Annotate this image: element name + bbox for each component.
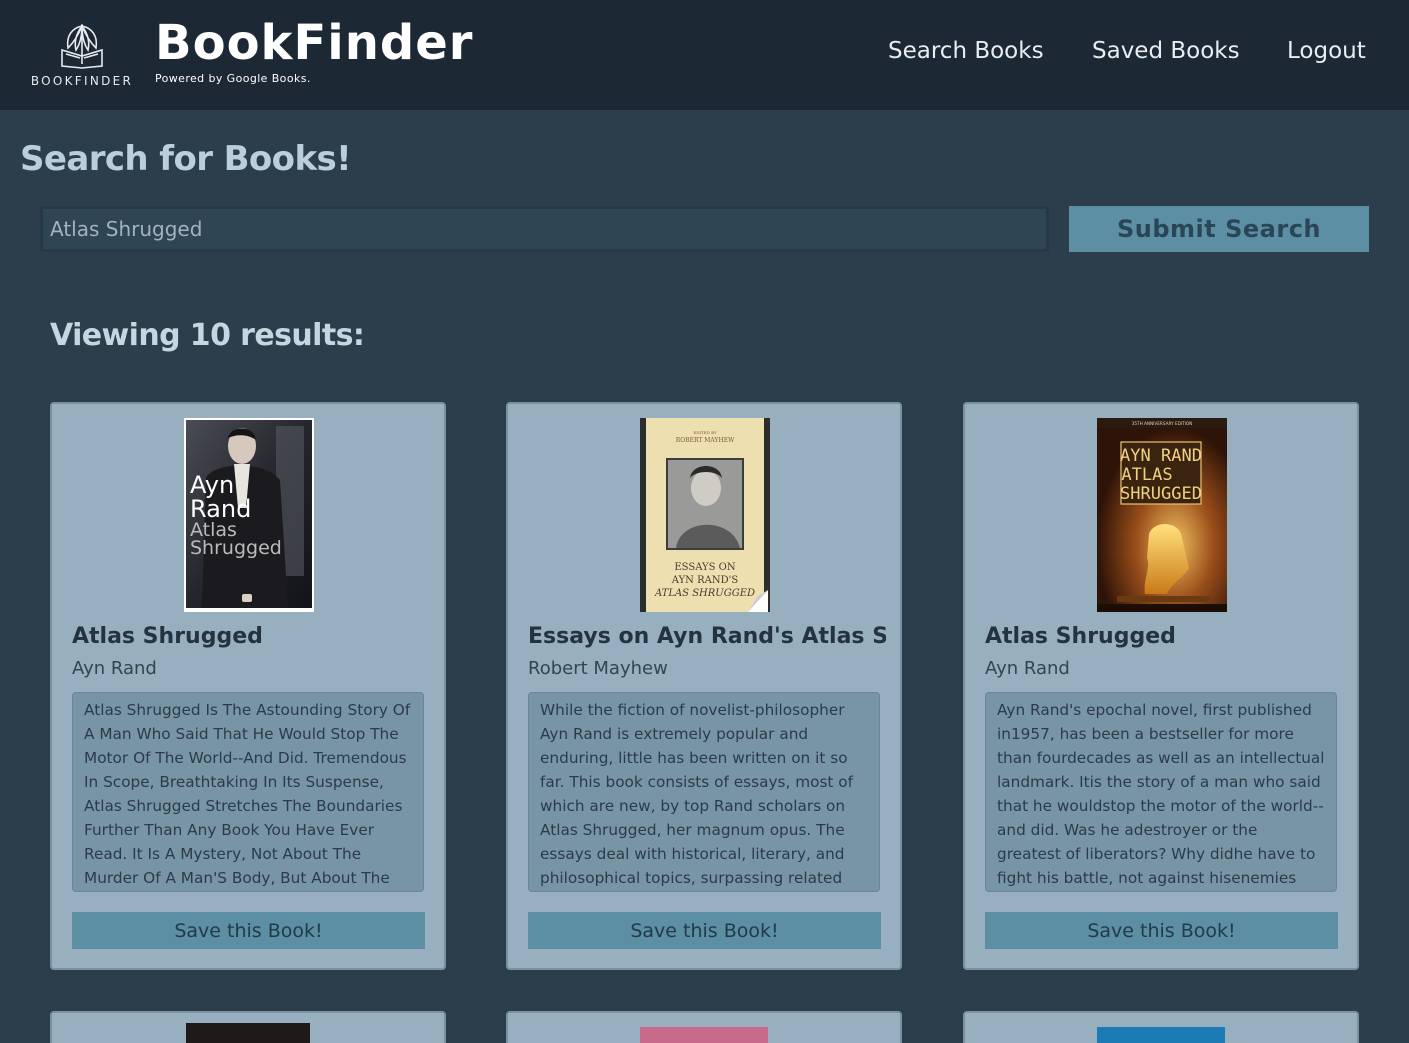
book-card: [50, 1011, 446, 1043]
book-cover: EDITED BY ROBERT MAYHEW ESSAYS ON AYN RA…: [640, 418, 770, 612]
brand-title[interactable]: BookFinder: [155, 14, 473, 72]
book-card: [963, 1011, 1359, 1043]
navbar: BOOKFINDER BookFinder Powered by Google …: [0, 0, 1409, 110]
book-cover: Ayn Rand Atlas Shrugged: [184, 418, 314, 612]
cover-anniversary: 35TH ANNIVERSARY EDITION: [1132, 421, 1193, 426]
book-card: Ayn Rand Atlas Shrugged Atlas Shrugged A…: [50, 402, 446, 970]
tagline: Powered by Google Books.: [155, 72, 311, 85]
results-heading: Viewing 10 results:: [50, 318, 365, 353]
book-cover: [1097, 1027, 1225, 1043]
book-tree-icon: [61, 23, 103, 69]
book-card: 35TH ANNIVERSARY EDITION AYN RAND ATLAS …: [963, 402, 1359, 970]
book-description[interactable]: Atlas Shrugged Is The Astounding Story O…: [72, 692, 424, 892]
book-cover: [186, 1023, 310, 1043]
search-input[interactable]: [40, 206, 1049, 252]
cover-atlas: ATLAS: [1121, 465, 1172, 485]
logo[interactable]: BOOKFINDER: [28, 18, 136, 92]
book-description[interactable]: Ayn Rand's epochal novel, first publishe…: [985, 692, 1337, 892]
cover-ayn-rands: AYN RAND'S: [671, 575, 739, 586]
book-cover: 35TH ANNIVERSARY EDITION AYN RAND ATLAS …: [1097, 418, 1227, 612]
book-author: Robert Mayhew: [528, 658, 668, 679]
save-book-button[interactable]: Save this Book!: [985, 912, 1338, 949]
cover-shrugged: SHRUGGED: [1120, 484, 1202, 504]
save-book-button[interactable]: Save this Book!: [72, 912, 425, 949]
cover-edited-by: EDITED BY: [693, 430, 717, 435]
cover-title-shrugged: Shrugged: [190, 537, 282, 559]
logo-wordmark: BOOKFINDER: [30, 74, 134, 88]
book-card: [506, 1011, 902, 1043]
cover-essays-on: ESSAYS ON: [674, 562, 735, 573]
book-cover: [640, 1027, 768, 1043]
cover-editor-name: ROBERT MAYHEW: [676, 437, 735, 444]
book-card: EDITED BY ROBERT MAYHEW ESSAYS ON AYN RA…: [506, 402, 902, 970]
book-author: Ayn Rand: [72, 658, 157, 679]
nav-saved-books[interactable]: Saved Books: [1092, 36, 1240, 66]
book-author: Ayn Rand: [985, 658, 1070, 679]
book-title: Atlas Shrugged: [985, 624, 1176, 649]
book-title: Atlas Shrugged: [72, 624, 263, 649]
nav-logout[interactable]: Logout: [1287, 36, 1366, 66]
nav-search-books[interactable]: Search Books: [888, 36, 1044, 66]
cover-atlas-shrugged: ATLAS SHRUGGED: [654, 588, 755, 599]
submit-search-button[interactable]: Submit Search: [1069, 206, 1369, 252]
book-description[interactable]: While the fiction of novelist-philosophe…: [528, 692, 880, 892]
book-title: Essays on Ayn Rand's Atlas Shrugged: [528, 624, 886, 649]
save-book-button[interactable]: Save this Book!: [528, 912, 881, 949]
cover-author: AYN RAND: [1120, 446, 1202, 466]
page-title: Search for Books!: [20, 139, 352, 179]
